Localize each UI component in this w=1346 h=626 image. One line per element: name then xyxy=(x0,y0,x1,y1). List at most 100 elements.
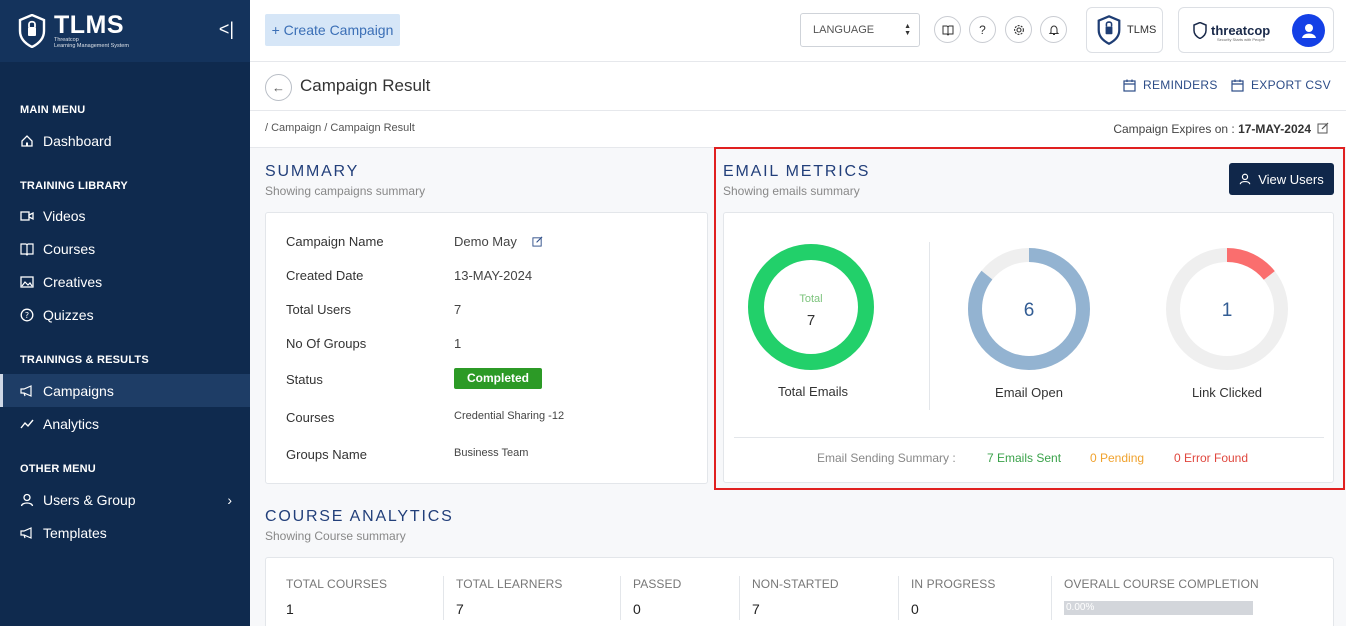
sidebar: TLMS Threatcop Learning Management Syste… xyxy=(0,0,250,626)
stat-divider xyxy=(620,576,621,620)
view-users-label: View Users xyxy=(1258,171,1324,187)
threatcop-shield-icon xyxy=(1193,21,1207,39)
open-donut-value: 6 xyxy=(1024,300,1035,321)
stat-label: IN PROGRESS xyxy=(911,577,996,591)
help-button[interactable]: ? xyxy=(969,16,996,43)
sidebar-item-quizzes[interactable]: ? Quizzes xyxy=(0,298,250,331)
export-csv-button[interactable]: EXPORT CSV xyxy=(1231,78,1331,92)
summary-label-groups: No Of Groups xyxy=(286,336,367,351)
collapse-sidebar-icon[interactable]: <| xyxy=(219,19,234,40)
threatcop-logo-label: threatcop xyxy=(1211,22,1271,38)
export-csv-label: EXPORT CSV xyxy=(1251,78,1331,92)
summary-card: Campaign Name Demo May Created Date 13-M… xyxy=(265,212,708,484)
sidebar-item-label: Creatives xyxy=(43,273,103,290)
bell-icon xyxy=(1048,24,1059,35)
chevron-right-icon[interactable]: › xyxy=(227,492,232,508)
notifications-button[interactable] xyxy=(1040,16,1067,43)
sidebar-item-users-group[interactable]: Users & Group › xyxy=(0,483,250,516)
summary-title: SUMMARY xyxy=(265,163,360,180)
create-campaign-button[interactable]: + Create Campaign xyxy=(265,14,400,46)
video-icon xyxy=(20,210,34,221)
sidebar-item-courses[interactable]: Courses xyxy=(0,232,250,265)
reminders-button[interactable]: REMINDERS xyxy=(1123,78,1218,92)
sidebar-item-label: Courses xyxy=(43,240,96,257)
sidebar-item-campaigns[interactable]: Campaigns xyxy=(0,374,250,407)
breadcrumb[interactable]: / Campaign / Campaign Result xyxy=(265,122,415,134)
sidebar-item-label: Users & Group xyxy=(43,491,136,508)
megaphone-icon xyxy=(20,384,32,397)
email-metrics-title: EMAIL METRICS xyxy=(723,163,871,180)
topbar: + Create Campaign LANGUAGE ▲ ▼ ? TLMS thr… xyxy=(250,0,1346,62)
link-clicked-donut: 1 xyxy=(1166,248,1288,370)
summary-label-status: Status xyxy=(286,372,323,387)
sidebar-item-creatives[interactable]: Creatives xyxy=(0,265,250,298)
guide-book-button[interactable] xyxy=(934,16,961,43)
summary-label-campaign-name: Campaign Name xyxy=(286,234,384,249)
avatar[interactable] xyxy=(1292,14,1325,47)
summary-value-courses: Credential Sharing -12 xyxy=(454,410,565,422)
summary-value-total-users: 7 xyxy=(454,302,462,317)
sidebar-item-analytics[interactable]: Analytics xyxy=(0,407,250,440)
total-emails-donut: Total 7 xyxy=(748,244,874,370)
stat-total-courses: TOTAL COURSES 1 xyxy=(286,577,387,617)
brand-subtitle-2: Learning Management System xyxy=(54,43,129,49)
megaphone-icon xyxy=(20,526,32,539)
campaign-expiry: Campaign Expires on : 17-MAY-2024 xyxy=(1113,122,1311,136)
stat-value: 0 xyxy=(911,601,919,617)
view-users-button[interactable]: View Users xyxy=(1229,163,1334,195)
brand-logo[interactable]: TLMS Threatcop Learning Management Syste… xyxy=(0,0,250,62)
stat-divider xyxy=(443,576,444,620)
stat-divider xyxy=(1051,576,1052,620)
threatcop-tagline: Security Starts with People xyxy=(1217,37,1265,42)
menu-heading-other: OTHER MENU xyxy=(20,463,96,475)
user-avatar-icon xyxy=(1301,23,1316,38)
course-analytics-subtitle: Showing Course summary xyxy=(265,529,406,543)
edit-icon[interactable] xyxy=(532,236,543,247)
stat-overall-completion: OVERALL COURSE COMPLETION 0.00% xyxy=(1064,577,1259,615)
question-icon: ? xyxy=(20,308,34,321)
stat-value: 1 xyxy=(286,601,294,617)
menu-heading-training-library: TRAINING LIBRARY xyxy=(20,180,128,192)
stat-value: 0 xyxy=(633,601,641,617)
select-arrows-icon: ▲ ▼ xyxy=(904,23,911,37)
email-metrics-card: Total 7 Total Emails 6 Email Open 1 Link… xyxy=(723,212,1334,483)
menu-heading-trainings-results: TRAININGS & RESULTS xyxy=(20,354,149,366)
sidebar-item-dashboard[interactable]: Dashboard xyxy=(0,124,250,157)
book-icon xyxy=(20,242,34,256)
summary-value-created-date: 13-MAY-2024 xyxy=(454,268,533,283)
back-button[interactable]: ← xyxy=(265,74,292,101)
stat-in-progress: IN PROGRESS 0 xyxy=(911,577,995,617)
stat-label: PASSED xyxy=(633,577,682,591)
user-icon xyxy=(20,493,34,506)
sending-summary-label: Email Sending Summary : xyxy=(817,451,956,465)
stat-label: OVERALL COURSE COMPLETION xyxy=(1064,577,1259,591)
sidebar-item-templates[interactable]: Templates xyxy=(0,516,250,549)
edit-icon[interactable] xyxy=(1317,122,1329,134)
stat-non-started: NON-STARTED 7 xyxy=(752,577,839,617)
brand-title: TLMS xyxy=(54,11,125,39)
sidebar-item-label: Templates xyxy=(43,524,107,541)
status-badge: Completed xyxy=(454,368,542,389)
expires-date: 17-MAY-2024 xyxy=(1238,122,1311,136)
shield-logo-icon xyxy=(18,14,46,48)
email-open-donut: 6 xyxy=(968,248,1090,370)
sidebar-item-videos[interactable]: Videos xyxy=(0,199,250,232)
sidebar-item-label: Dashboard xyxy=(43,132,112,149)
sidebar-item-label: Analytics xyxy=(43,415,100,432)
summary-value-groups-name: Business Team xyxy=(454,447,529,459)
stat-value: 7 xyxy=(752,601,760,617)
language-select[interactable]: LANGUAGE ▲ ▼ xyxy=(800,13,920,47)
home-icon xyxy=(21,134,33,147)
stat-value: 7 xyxy=(456,601,464,617)
tlms-product-logo[interactable]: TLMS xyxy=(1086,7,1163,53)
total-donut-arc xyxy=(748,244,874,370)
summary-label-created-date: Created Date xyxy=(286,268,364,283)
threatcop-account-box[interactable]: threatcop Security Starts with People xyxy=(1178,7,1334,53)
emails-pending-count: 0 Pending xyxy=(1090,451,1145,465)
calendar-icon xyxy=(1231,79,1244,92)
summary-value-groups: 1 xyxy=(454,336,462,351)
summary-label-total-users: Total Users xyxy=(286,302,352,317)
metrics-divider xyxy=(929,242,930,410)
shield-logo-icon xyxy=(1097,15,1121,45)
settings-button[interactable] xyxy=(1005,16,1032,43)
